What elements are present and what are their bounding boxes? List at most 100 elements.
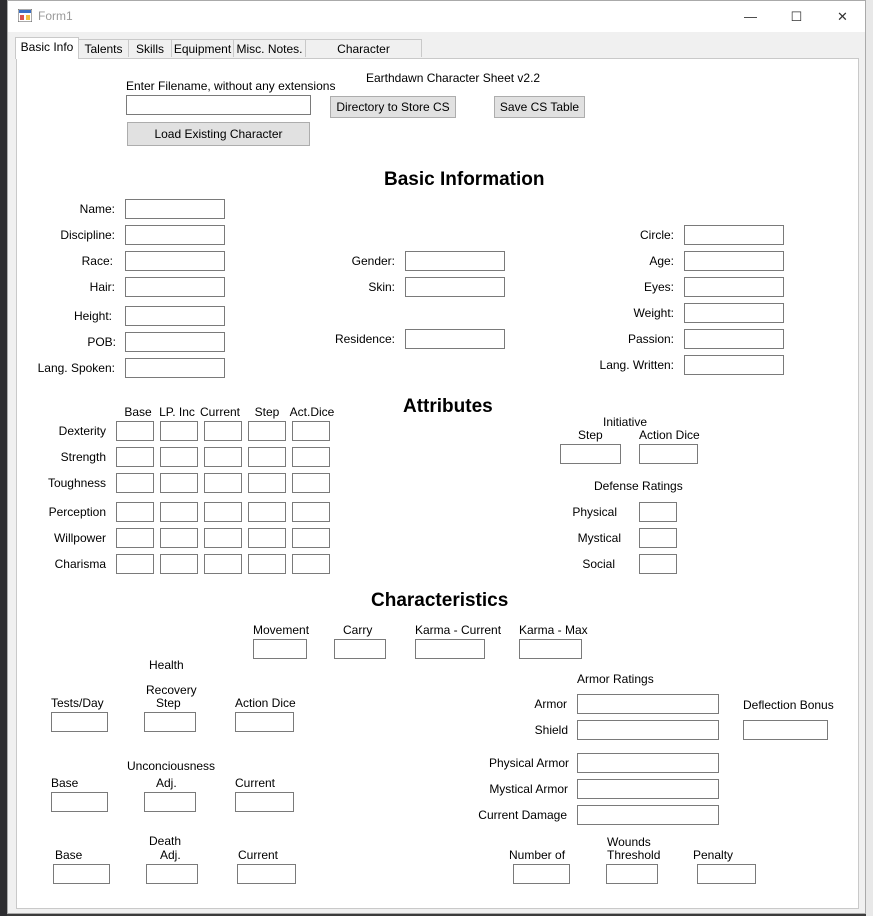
residence-label: Residence:	[334, 332, 395, 346]
attr-willpower-current[interactable]	[204, 528, 242, 548]
attr-strength-lp-inc[interactable]	[160, 447, 198, 467]
wounds-penalty-field[interactable]	[697, 864, 756, 884]
mystical-armor-field[interactable]	[577, 779, 719, 799]
attr-toughness-act-dice[interactable]	[292, 473, 330, 493]
age-field[interactable]	[684, 251, 784, 271]
attr-charisma-current[interactable]	[204, 554, 242, 574]
physical-armor-field[interactable]	[577, 753, 719, 773]
deflection-bonus-field[interactable]	[743, 720, 828, 740]
attr-perception-lp-inc[interactable]	[160, 502, 198, 522]
movement-field[interactable]	[253, 639, 307, 659]
unconsciousness-adj-field[interactable]	[144, 792, 196, 812]
physical-defense-field[interactable]	[639, 502, 677, 522]
directory-button[interactable]: Directory to Store CS	[330, 96, 456, 118]
wounds-number-field[interactable]	[513, 864, 570, 884]
circle-field[interactable]	[684, 225, 784, 245]
mystical-defense-field[interactable]	[639, 528, 677, 548]
attr-strength-base[interactable]	[116, 447, 154, 467]
attr-willpower-base[interactable]	[116, 528, 154, 548]
hair-field[interactable]	[125, 277, 225, 297]
attr-perception-act-dice[interactable]	[292, 502, 330, 522]
attr-toughness-current[interactable]	[204, 473, 242, 493]
tab-skills[interactable]: Skills	[128, 39, 172, 57]
tab-character-background[interactable]: Character Background	[305, 39, 422, 74]
attr-toughness-lp-inc[interactable]	[160, 473, 198, 493]
attr-willpower-step[interactable]	[248, 528, 286, 548]
karma-current-field[interactable]	[415, 639, 485, 659]
wounds-threshold-field[interactable]	[606, 864, 658, 884]
attr-strength-current[interactable]	[204, 447, 242, 467]
social-defense-field[interactable]	[639, 554, 677, 574]
tests-day-field[interactable]	[51, 712, 108, 732]
filename-input[interactable]	[126, 95, 311, 115]
height-label: Height:	[73, 309, 112, 323]
basic-info-heading: Basic Information	[384, 169, 545, 190]
death-current-field[interactable]	[237, 864, 296, 884]
death-adj-field[interactable]	[146, 864, 198, 884]
unconsciousness-current-field[interactable]	[235, 792, 294, 812]
health-label: Health	[149, 658, 184, 672]
attr-charisma-base[interactable]	[116, 554, 154, 574]
attr-col-lp-inc: LP. Inc	[159, 405, 195, 419]
lang-written-field[interactable]	[684, 355, 784, 375]
close-button[interactable]: ✕	[820, 1, 865, 32]
initiative-action-dice-field[interactable]	[639, 444, 698, 464]
name-field[interactable]	[125, 199, 225, 219]
attr-strength-act-dice[interactable]	[292, 447, 330, 467]
attributes-heading: Attributes	[403, 396, 493, 417]
attr-toughness-base[interactable]	[116, 473, 154, 493]
race-label: Race:	[81, 254, 113, 268]
carry-field[interactable]	[334, 639, 386, 659]
wounds-threshold-label: Threshold	[607, 848, 661, 862]
shield-field[interactable]	[577, 720, 719, 740]
attr-perception-step[interactable]	[248, 502, 286, 522]
tab-basic-info[interactable]: Basic Info	[15, 37, 79, 59]
passion-field[interactable]	[684, 329, 784, 349]
lang-spoken-label: Lang. Spoken:	[37, 361, 115, 375]
attr-perception-base[interactable]	[116, 502, 154, 522]
tab-equipment[interactable]: Equipment	[171, 39, 234, 57]
pob-field[interactable]	[125, 332, 225, 352]
race-field[interactable]	[125, 251, 225, 271]
unconsciousness-base-field[interactable]	[51, 792, 108, 812]
attr-charisma-lp-inc[interactable]	[160, 554, 198, 574]
current-damage-field[interactable]	[577, 805, 719, 825]
attr-dexterity-step[interactable]	[248, 421, 286, 441]
attr-perception-current[interactable]	[204, 502, 242, 522]
death-base-field[interactable]	[53, 864, 110, 884]
attr-willpower-act-dice[interactable]	[292, 528, 330, 548]
attr-charisma-act-dice[interactable]	[292, 554, 330, 574]
minimize-button[interactable]: —	[728, 1, 773, 32]
armor-label: Armor	[534, 697, 567, 711]
health-action-dice-field[interactable]	[235, 712, 294, 732]
attr-willpower-lp-inc[interactable]	[160, 528, 198, 548]
weight-field[interactable]	[684, 303, 784, 323]
gender-field[interactable]	[405, 251, 505, 271]
attr-dexterity-lp-inc[interactable]	[160, 421, 198, 441]
residence-field[interactable]	[405, 329, 505, 349]
maximize-button[interactable]: ☐	[774, 1, 819, 32]
attr-dexterity-act-dice[interactable]	[292, 421, 330, 441]
karma-current-label: Karma - Current	[415, 623, 502, 637]
attr-strength-step[interactable]	[248, 447, 286, 467]
load-character-button[interactable]: Load Existing Character	[127, 122, 310, 146]
skin-field[interactable]	[405, 277, 505, 297]
karma-max-field[interactable]	[519, 639, 582, 659]
eyes-field[interactable]	[684, 277, 784, 297]
initiative-action-dice-label: Action Dice	[639, 428, 700, 442]
save-cs-table-button[interactable]: Save CS Table	[494, 96, 585, 118]
death-adj-label: Adj.	[160, 848, 181, 862]
initiative-step-field[interactable]	[560, 444, 621, 464]
attr-dexterity-current[interactable]	[204, 421, 242, 441]
tab-misc-notes[interactable]: Misc. Notes.	[233, 39, 306, 57]
lang-spoken-field[interactable]	[125, 358, 225, 378]
discipline-field[interactable]	[125, 225, 225, 245]
attr-charisma-step[interactable]	[248, 554, 286, 574]
eyes-label: Eyes:	[643, 280, 674, 294]
armor-field[interactable]	[577, 694, 719, 714]
attr-toughness-step[interactable]	[248, 473, 286, 493]
recovery-step-field[interactable]	[144, 712, 196, 732]
attr-dexterity-base[interactable]	[116, 421, 154, 441]
tab-talents[interactable]: Talents	[78, 39, 129, 57]
height-field[interactable]	[125, 306, 225, 326]
